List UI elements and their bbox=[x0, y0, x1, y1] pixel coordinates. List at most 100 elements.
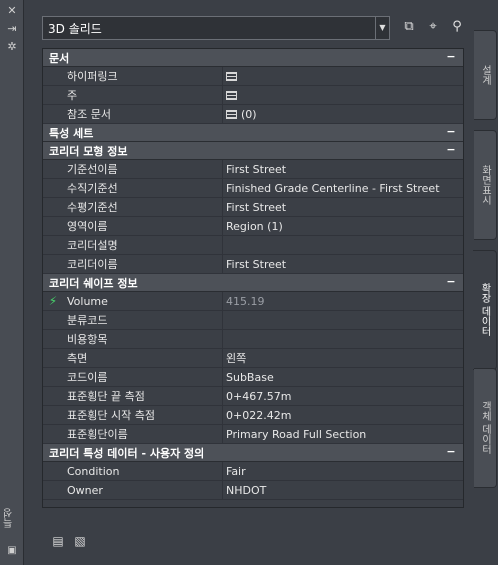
property-value[interactable]: Primary Road Full Section bbox=[223, 425, 463, 443]
property-value[interactable] bbox=[223, 311, 463, 329]
lightning-icon: ⚡ bbox=[48, 294, 58, 308]
quick-select-icon[interactable]: ⚲ bbox=[448, 18, 466, 36]
property-value[interactable]: First Street bbox=[223, 255, 463, 273]
palette-menu-icon[interactable]: ▣ bbox=[4, 544, 20, 558]
section-header[interactable]: 문서 − bbox=[43, 49, 463, 67]
property-value[interactable]: Region (1) bbox=[223, 217, 463, 235]
table-icon[interactable] bbox=[226, 109, 237, 119]
collapse-icon[interactable]: − bbox=[445, 124, 457, 141]
property-value[interactable]: 415.19 bbox=[223, 292, 463, 310]
property-row[interactable]: 하이퍼링크 bbox=[43, 67, 463, 86]
property-row[interactable]: 표준횡단 시작 측점 0+022.42m bbox=[43, 406, 463, 425]
property-label: 수평기준선 bbox=[43, 198, 223, 216]
table-icon[interactable] bbox=[226, 90, 237, 100]
property-value-text: Region (1) bbox=[226, 219, 283, 233]
property-label-text: 코리더이름 bbox=[67, 258, 118, 271]
section-header[interactable]: 코리더 특성 데이터 - 사용자 정의 − bbox=[43, 444, 463, 462]
tab-extended-data[interactable]: 확장 데이터 bbox=[473, 250, 497, 370]
section-title: 특성 세트 bbox=[49, 126, 94, 140]
chevron-down-icon[interactable]: ▼ bbox=[375, 17, 389, 39]
tab-label: 설계 bbox=[479, 65, 491, 85]
property-value-text: 0+467.57m bbox=[226, 389, 292, 403]
property-value[interactable] bbox=[223, 330, 463, 348]
property-value[interactable]: 0+467.57m bbox=[223, 387, 463, 405]
property-row[interactable]: 기준선이름 First Street bbox=[43, 160, 463, 179]
property-row[interactable]: ⚡ Volume 415.19 bbox=[43, 292, 463, 311]
attach-data-icon[interactable]: ▤ bbox=[50, 534, 66, 548]
property-label: 표준횡단이름 bbox=[43, 425, 223, 443]
property-label: 표준횡단 끝 측점 bbox=[43, 387, 223, 405]
property-row[interactable]: 코드이름 SubBase bbox=[43, 368, 463, 387]
select-objects-icon[interactable]: ⌖ bbox=[424, 18, 442, 36]
properties-panel: 3D 솔리드 ▼ ⧉ ⌖ ⚲ 문서 − 하이퍼링크 주 참조 문서 (0) 특성 세트 − 코리… bbox=[24, 0, 474, 565]
property-label-text: 표준횡단 시작 측점 bbox=[67, 409, 155, 422]
property-value-text: NHDOT bbox=[226, 483, 267, 497]
property-label: 비용항목 bbox=[43, 330, 223, 348]
property-value[interactable] bbox=[223, 67, 463, 85]
property-row[interactable]: 비용항목 bbox=[43, 330, 463, 349]
tab-display[interactable]: 화면표시 bbox=[474, 130, 497, 240]
section-header[interactable]: 특성 세트 − bbox=[43, 124, 463, 142]
property-label: 코드이름 bbox=[43, 368, 223, 386]
property-label: 기준선이름 bbox=[43, 160, 223, 178]
property-label: ⚡ Volume bbox=[43, 292, 223, 310]
property-value[interactable] bbox=[223, 236, 463, 254]
property-row[interactable]: 코리더설명 bbox=[43, 236, 463, 255]
property-value[interactable]: First Street bbox=[223, 160, 463, 178]
property-label-text: 기준선이름 bbox=[67, 163, 118, 176]
section-title: 코리더 특성 데이터 - 사용자 정의 bbox=[49, 446, 205, 460]
property-label: 측면 bbox=[43, 349, 223, 367]
property-value[interactable]: 왼쪽 bbox=[223, 349, 463, 367]
property-label-text: 하이퍼링크 bbox=[67, 70, 118, 83]
collapse-icon[interactable]: − bbox=[445, 274, 457, 291]
properties-settings-icon[interactable]: ✲ bbox=[4, 40, 20, 54]
property-row[interactable]: 분류코드 bbox=[43, 311, 463, 330]
collapse-icon[interactable]: − bbox=[445, 49, 457, 66]
property-label: 코리더이름 bbox=[43, 255, 223, 273]
property-row[interactable]: 수직기준선 Finished Grade Centerline - First S… bbox=[43, 179, 463, 198]
property-row[interactable]: 표준횡단이름 Primary Road Full Section bbox=[43, 425, 463, 444]
property-label-text: 코리더설명 bbox=[67, 239, 118, 252]
property-label-text: 비용항목 bbox=[67, 333, 108, 346]
section-title: 문서 bbox=[49, 51, 70, 65]
table-icon[interactable] bbox=[226, 71, 237, 81]
property-row[interactable]: Owner NHDOT bbox=[43, 481, 463, 500]
property-row[interactable]: 주 bbox=[43, 86, 463, 105]
toggle-pickadd-icon[interactable]: ⧉ bbox=[400, 18, 418, 36]
tab-object-data[interactable]: 객체 데이터 bbox=[474, 368, 497, 488]
property-value-text: Fair bbox=[226, 464, 246, 478]
collapse-icon[interactable]: − bbox=[445, 142, 457, 159]
property-value[interactable]: SubBase bbox=[223, 368, 463, 386]
property-value-text: SubBase bbox=[226, 370, 274, 384]
property-value[interactable]: Fair bbox=[223, 462, 463, 480]
property-row[interactable]: 수평기준선 First Street bbox=[43, 198, 463, 217]
property-value[interactable] bbox=[223, 86, 463, 104]
property-value[interactable]: (0) bbox=[223, 105, 463, 123]
detach-data-icon[interactable]: ▧ bbox=[72, 534, 88, 548]
property-row[interactable]: 영역이름 Region (1) bbox=[43, 217, 463, 236]
property-label: 주 bbox=[43, 86, 223, 104]
tab-label: 확장 데이터 bbox=[479, 283, 490, 337]
auto-hide-icon[interactable]: ⇥ bbox=[4, 22, 20, 36]
property-value[interactable]: 0+022.42m bbox=[223, 406, 463, 424]
property-row[interactable]: 코리더이름 First Street bbox=[43, 255, 463, 274]
object-type-selector[interactable]: 3D 솔리드 ▼ bbox=[42, 16, 390, 40]
property-row[interactable]: 측면 왼쪽 bbox=[43, 349, 463, 368]
property-row[interactable]: Condition Fair bbox=[43, 462, 463, 481]
collapse-icon[interactable]: − bbox=[445, 444, 457, 461]
section-header[interactable]: 코리더 쉐이프 정보 − bbox=[43, 274, 463, 292]
property-value[interactable]: NHDOT bbox=[223, 481, 463, 499]
property-row[interactable]: 참조 문서 (0) bbox=[43, 105, 463, 124]
property-value-text: First Street bbox=[226, 200, 287, 214]
close-icon[interactable]: ✕ bbox=[4, 4, 20, 18]
property-label: 분류코드 bbox=[43, 311, 223, 329]
tab-label: 객체 데이터 bbox=[479, 401, 491, 455]
property-value[interactable]: First Street bbox=[223, 198, 463, 216]
tab-design[interactable]: 설계 bbox=[474, 30, 497, 120]
property-label-text: 참조 문서 bbox=[67, 108, 111, 121]
property-value[interactable]: Finished Grade Centerline - First Street bbox=[223, 179, 463, 197]
property-label: Owner bbox=[43, 481, 223, 499]
section-header[interactable]: 코리더 모형 정보 − bbox=[43, 142, 463, 160]
property-row[interactable]: 표준횡단 끝 측점 0+467.57m bbox=[43, 387, 463, 406]
property-label-text: 표준횡단이름 bbox=[67, 428, 128, 441]
